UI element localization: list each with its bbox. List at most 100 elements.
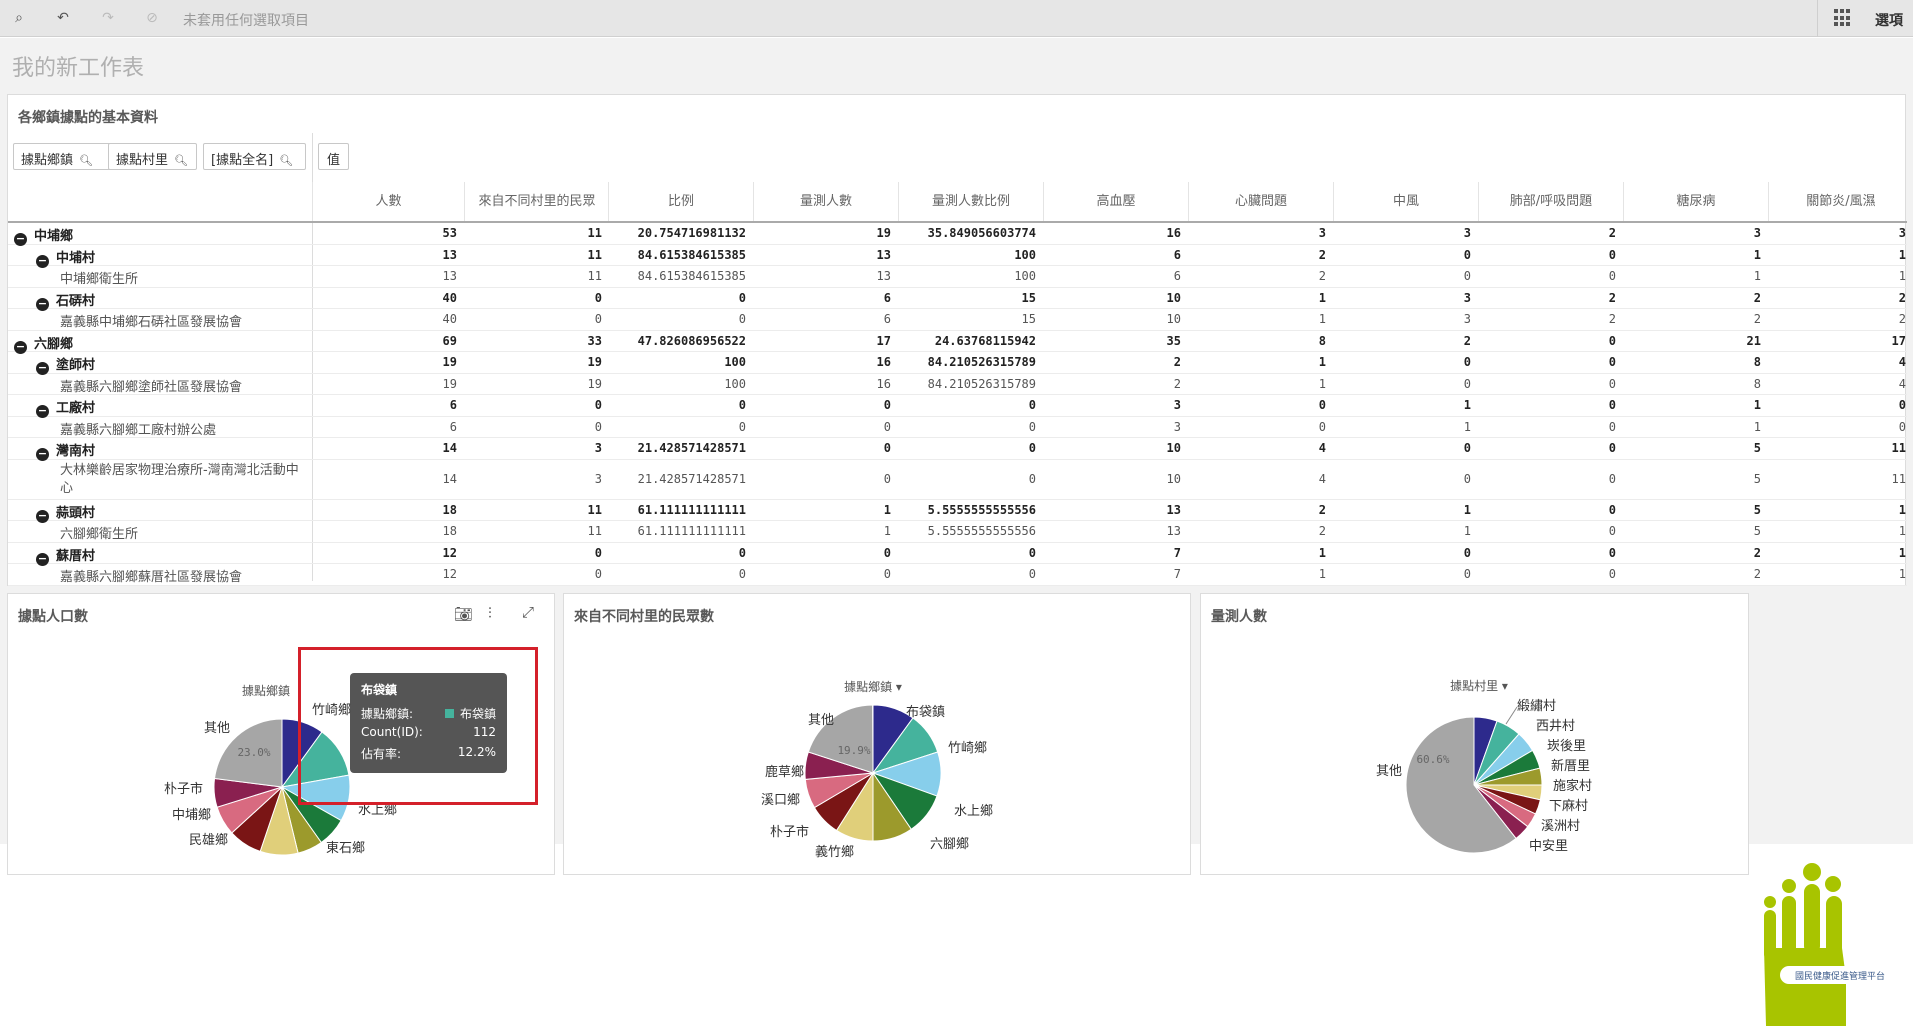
chart2-svg[interactable]: 布袋鎮竹崎鄉水上鄉六腳鄉義竹鄉朴子市 溪口鄉 鹿草鄉 其他 19.9% 據點鄉鎮 ▾: [564, 594, 1192, 876]
table-row[interactable]: − 中埔村 13 11 84.615384615385 13 100 6 2 0 0 1 1: [8, 245, 1907, 268]
table-cell: 15: [1021, 312, 1036, 326]
table-row[interactable]: − 灣南村 14 3 21.428571428571 0 0 10 4 0 0 5 11: [8, 438, 1907, 461]
table-cell: 1: [1463, 524, 1471, 538]
table-cell: 1: [1898, 269, 1906, 283]
table-cell: 0: [1028, 567, 1036, 581]
table-row[interactable]: − 蘇厝村 12 0 0 0 0 7 1 0 0 2 1: [8, 543, 1907, 566]
values-button[interactable]: 值: [318, 143, 350, 170]
selection-status: 未套用任何選取項目: [183, 13, 309, 29]
pie-chart-villagers-panel[interactable]: 來自不同村里的民眾數 布袋鎮 竹崎鄉 水上鄉 六腳鄉 義竹鄉 朴子市 溪口鄉 鹿草鄉 其他 19.…: [563, 593, 1191, 875]
slice-label: 其他: [1376, 764, 1402, 779]
row-label-text: 嘉義縣六腳鄉蘇厝社區發展協會: [60, 570, 243, 585]
filter-fullname-button[interactable]: [據點全名] 🔍︎: [203, 143, 306, 170]
table-cell: 13: [1166, 524, 1181, 538]
column-header[interactable]: 糖尿病: [1623, 182, 1768, 222]
table-cell: 0: [1608, 398, 1616, 412]
slice-label: 布袋鎮: [906, 704, 945, 720]
row-label-text: 中埔鄉: [34, 229, 74, 244]
dimension-label[interactable]: 據點村里 ▾: [1450, 679, 1508, 693]
column-header[interactable]: 肺部/呼吸問題: [1478, 182, 1623, 222]
row-label[interactable]: − 六腳鄉: [14, 333, 73, 354]
table-cell: 6: [883, 312, 891, 326]
pie-chart-measured-panel[interactable]: 量測人數 緞繡村 西井村 崁後里 新厝里 施家村 下麻村 溪洲村 中安里 其他 60.6% 據點村里…: [1200, 593, 1749, 875]
table-row[interactable]: − 蒜頭村 18 11 61.111111111111 1 5.5555555555556 1…: [8, 500, 1907, 523]
grid-icon[interactable]: [1834, 9, 1852, 27]
table-cell: 6: [449, 398, 457, 412]
table-cell: 19: [442, 355, 457, 369]
slice-label: 鹿草鄉: [765, 764, 804, 780]
column-header[interactable]: 量測人數比例: [898, 182, 1043, 222]
table-cell: 0: [738, 545, 746, 560]
table-cell: 3: [1318, 226, 1326, 240]
dimension-label[interactable]: 據點鄉鎮: [242, 683, 290, 698]
table-cell: 17: [876, 333, 891, 348]
table-row[interactable]: − 塗師村 19 19 100 16 84.210526315789 2 1 0 0 8 4: [8, 352, 1907, 375]
row-label-text: 石硦村: [56, 293, 96, 309]
options-button[interactable]: 選項: [1875, 10, 1903, 30]
slice-label: 施家村: [1553, 778, 1592, 794]
step-back-icon[interactable]: ↶: [52, 8, 74, 28]
slice-label: 緞繡村: [1517, 698, 1556, 714]
filter-village-button[interactable]: 據點村里 🔍︎: [108, 143, 197, 170]
table-cell: 0: [1608, 247, 1616, 262]
table-cell: 5.5555555555556: [927, 524, 1036, 538]
row-label[interactable]: − 蒜頭村: [36, 502, 95, 523]
column-header[interactable]: 中風: [1333, 182, 1478, 222]
table-row[interactable]: 中埔鄉衛生所 13 11 84.615384615385 13 100 6 2 0 0 1 1: [8, 266, 1907, 288]
table-row[interactable]: 大林樂齡居家物理治療所-灣南灣北活動中心 14 3 21.428571428571 0 0…: [8, 460, 1907, 500]
step-forward-icon[interactable]: ↷: [97, 8, 119, 28]
dimension-label[interactable]: 據點鄉鎮 ▾: [844, 679, 902, 694]
row-label[interactable]: − 中埔村: [36, 247, 95, 268]
slice-label: 六腳鄉: [930, 836, 969, 852]
table-cell: 0: [738, 567, 746, 581]
table-row[interactable]: 嘉義縣六腳鄉蘇厝社區發展協會 12 0 0 0 0 7 1 0 0 2 1: [8, 564, 1907, 586]
table-cell: 0: [1608, 269, 1616, 283]
table-row[interactable]: − 工廠村 6 0 0 0 0 3 0 1 0 1 0: [8, 395, 1907, 418]
column-header[interactable]: 來自不同村里的民眾: [464, 182, 609, 222]
table-row[interactable]: − 石硦村 40 0 0 6 15 10 1 3 2 2 2: [8, 288, 1907, 311]
row-label[interactable]: − 灣南村: [36, 440, 95, 461]
table-cell: 0: [738, 312, 746, 326]
slice-label: 崁後里: [1547, 739, 1586, 754]
column-header[interactable]: 人數: [312, 182, 464, 222]
row-label: 嘉義縣中埔鄉石硦社區發展協會: [60, 311, 242, 330]
row-label[interactable]: − 石硦村: [36, 290, 95, 311]
table-cell: 1: [1753, 269, 1761, 283]
table-cell: 3: [1753, 226, 1761, 240]
table-row[interactable]: 嘉義縣中埔鄉石硦社區發展協會 40 0 0 6 15 10 1 3 2 2 2: [8, 309, 1907, 331]
row-label[interactable]: − 蘇厝村: [36, 545, 95, 566]
table-cell: 1: [1898, 545, 1906, 560]
search-icon: 🔍︎: [174, 154, 188, 167]
table-cell: 100: [1014, 247, 1036, 262]
slice-label: 竹崎鄉: [948, 740, 987, 756]
table-row[interactable]: − 六腳鄉 69 33 47.826086956522 17 24.63768115942 3…: [8, 331, 1907, 354]
table-cell: 2: [1318, 524, 1326, 538]
table-row[interactable]: 嘉義縣六腳鄉塗師社區發展協會 19 19 100 16 84.210526315789 2 1…: [8, 374, 1907, 395]
smart-search-icon[interactable]: ⌕: [8, 8, 30, 28]
table-cell: 2: [1608, 290, 1616, 305]
table-cell: 2: [1173, 355, 1181, 369]
filter-township-button[interactable]: 據點鄉鎮 🔍︎: [13, 143, 115, 170]
table-row[interactable]: 嘉義縣六腳鄉工廠村辦公處 6 0 0 0 0 3 0 1 0 1 0: [8, 417, 1907, 438]
table-cell: 3: [594, 441, 602, 455]
pivot-table-panel[interactable]: 各鄉鎮據點的基本資料 據點鄉鎮 🔍︎ 據點村里 🔍︎ [據點全名] 🔍︎ 值 人數 來自…: [7, 94, 1907, 586]
table-cell: 24.63768115942: [934, 333, 1036, 348]
table-cell: 0: [738, 290, 746, 305]
table-cell: 7: [1173, 567, 1181, 581]
column-header[interactable]: 比例: [608, 182, 753, 222]
table-cell: 16: [876, 355, 891, 369]
column-header[interactable]: 高血壓: [1043, 182, 1188, 222]
chart3-svg[interactable]: 緞繡村西井村崁後里新厝里施家村下麻村溪洲村中安里 其他 60.6% 據點村里 ▾: [1201, 594, 1750, 876]
column-header[interactable]: 量測人數: [753, 182, 898, 222]
column-header[interactable]: 關節炎/風濕: [1768, 182, 1913, 222]
table-cell: 1: [1898, 567, 1906, 581]
row-label-text: 大林樂齡居家物理治療所-灣南灣北活動中心: [60, 462, 299, 496]
row-label[interactable]: − 塗師村: [36, 354, 95, 375]
table-row[interactable]: − 中埔鄉 53 11 20.754716981132 19 35.849056603774…: [8, 223, 1907, 246]
row-label[interactable]: − 工廠村: [36, 397, 95, 418]
clear-selections-icon[interactable]: ⊘: [141, 8, 163, 28]
table-cell: 3: [1898, 226, 1906, 240]
table-row[interactable]: 六腳鄉衛生所 18 11 61.111111111111 1 5.555555555555…: [8, 521, 1907, 543]
column-header[interactable]: 心臟問題: [1188, 182, 1333, 222]
row-label[interactable]: − 中埔鄉: [14, 225, 73, 246]
